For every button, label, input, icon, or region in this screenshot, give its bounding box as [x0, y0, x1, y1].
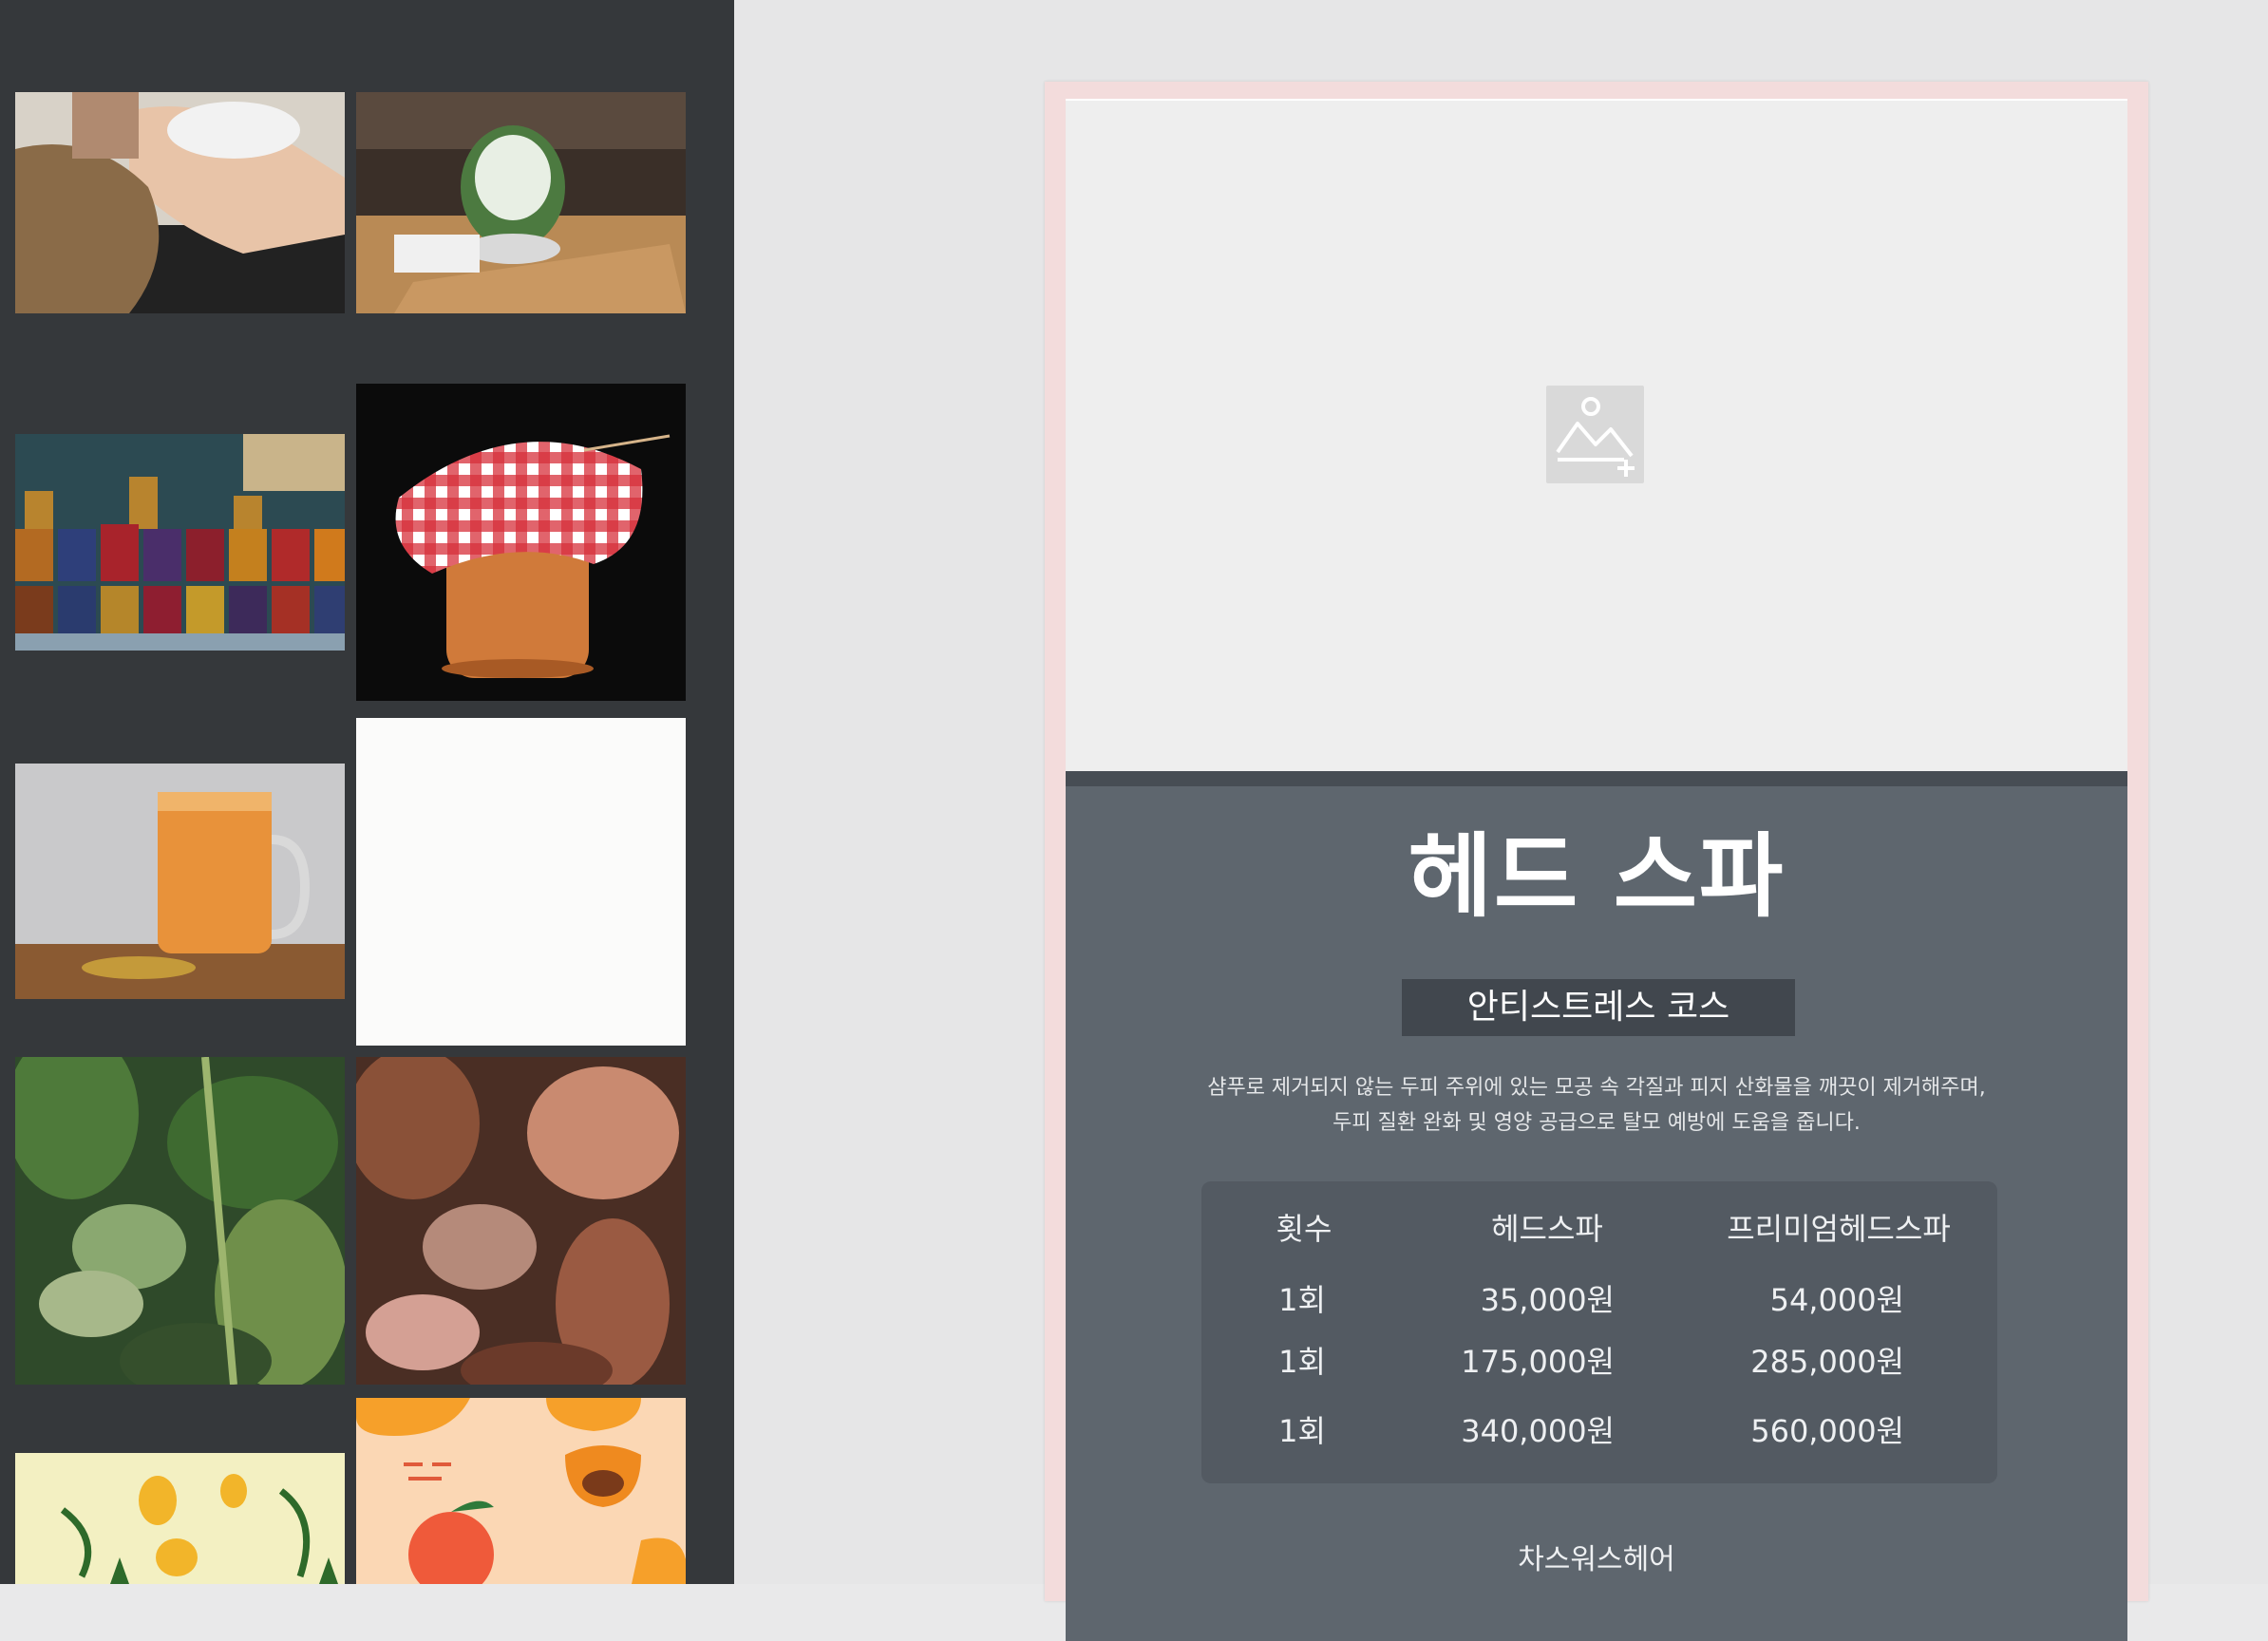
- page-title[interactable]: 헤드 스파: [1066, 831, 2127, 922]
- table-cell-premium-price: 285,000원: [1750, 1344, 1904, 1380]
- table-cell-count: 1회: [1278, 1413, 1326, 1449]
- description-line-1[interactable]: 샴푸로 제거되지 않는 두피 주위에 있는 모공 속 각질과 피지 산화물을 깨…: [1066, 1078, 2127, 1099]
- smoothie-mason-jar-photo[interactable]: [15, 764, 345, 999]
- table-cell-headspa-price: 35,000원: [1480, 1282, 1615, 1318]
- add-image-icon[interactable]: [1546, 386, 1644, 483]
- shop-name[interactable]: 차스워스헤어: [1066, 1546, 2127, 1575]
- table-header-premium: 프리미엄헤드스파: [1727, 1211, 1951, 1247]
- pineapple-pattern[interactable]: [15, 1453, 345, 1584]
- table-cell-headspa-price: 340,000원: [1461, 1413, 1615, 1449]
- green-leaves-pattern[interactable]: [15, 1057, 345, 1385]
- gingham-jam-jar-photo[interactable]: [356, 384, 686, 701]
- course-subtitle-badge[interactable]: 안티스트레스 코스: [1402, 979, 1795, 1036]
- brown-leaves-pattern[interactable]: [356, 1057, 686, 1385]
- peach-fruit-pattern[interactable]: [356, 1398, 686, 1584]
- image-library-panel: [0, 0, 734, 1584]
- table-cell-count: 1회: [1278, 1282, 1326, 1318]
- table-header-count: 횟수: [1276, 1211, 1332, 1247]
- table-cell-premium-price: 560,000원: [1750, 1413, 1904, 1449]
- table-cell-count: 1회: [1278, 1344, 1326, 1380]
- hair-wash-photo[interactable]: [15, 92, 345, 313]
- jam-jars-shelf-photo[interactable]: [15, 434, 345, 651]
- table-cell-headspa-price: 175,000원: [1461, 1344, 1615, 1380]
- table-header-headspa: 헤드스파: [1491, 1211, 1603, 1247]
- table-cell-premium-price: 54,000원: [1769, 1282, 1904, 1318]
- blank-white-image[interactable]: [356, 718, 686, 1046]
- bingsu-dessert-photo[interactable]: [356, 92, 686, 313]
- description-line-2[interactable]: 두피 질환 완화 및 영양 공급으로 탈모 예방에 도움을 줍니다.: [1066, 1113, 2127, 1134]
